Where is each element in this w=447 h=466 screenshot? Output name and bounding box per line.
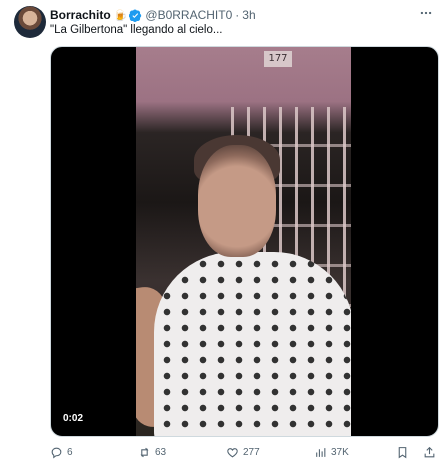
separator-dot: · (235, 8, 240, 22)
house-number-plate: 177 (264, 51, 292, 67)
tweet-text: "La Gilbertona" llegando al cielo... (50, 24, 223, 36)
author-handle[interactable]: @B0RRACHIT0 (145, 8, 232, 22)
person-face (198, 145, 276, 257)
views-icon (316, 447, 326, 457)
video-player[interactable]: 177 0:02 (50, 46, 439, 437)
reply-count: 6 (67, 446, 73, 458)
repost-count: 63 (155, 446, 167, 458)
bookmark-button[interactable] (396, 446, 418, 459)
author-name[interactable]: Borrachito (50, 8, 111, 22)
repost-icon (140, 447, 149, 457)
like-button[interactable]: 277 (226, 446, 314, 459)
repost-button[interactable]: 63 (138, 446, 226, 459)
share-button[interactable] (423, 446, 437, 459)
video-duration: 0:02 (59, 411, 88, 426)
like-count: 277 (243, 446, 260, 458)
video-frame: 177 (136, 47, 351, 436)
bookmark-icon (398, 446, 407, 458)
tweet-actions: 6 63 277 37K (50, 443, 437, 461)
shirt-pattern (154, 252, 351, 436)
reply-button[interactable]: 6 (50, 446, 138, 459)
tweet-header: Borrachito 🍺 @B0RRACHIT0 · 3h (50, 6, 437, 24)
views-count: 37K (331, 446, 349, 458)
reply-icon (51, 447, 62, 458)
tweet-time[interactable]: 3h (242, 8, 255, 22)
heart-icon (227, 447, 238, 457)
avatar[interactable] (14, 6, 46, 38)
verified-badge-icon (129, 9, 142, 22)
author-emoji: 🍺 (113, 9, 128, 22)
more-icon[interactable] (415, 4, 437, 22)
views-button[interactable]: 37K (314, 446, 396, 459)
share-icon (424, 446, 435, 457)
